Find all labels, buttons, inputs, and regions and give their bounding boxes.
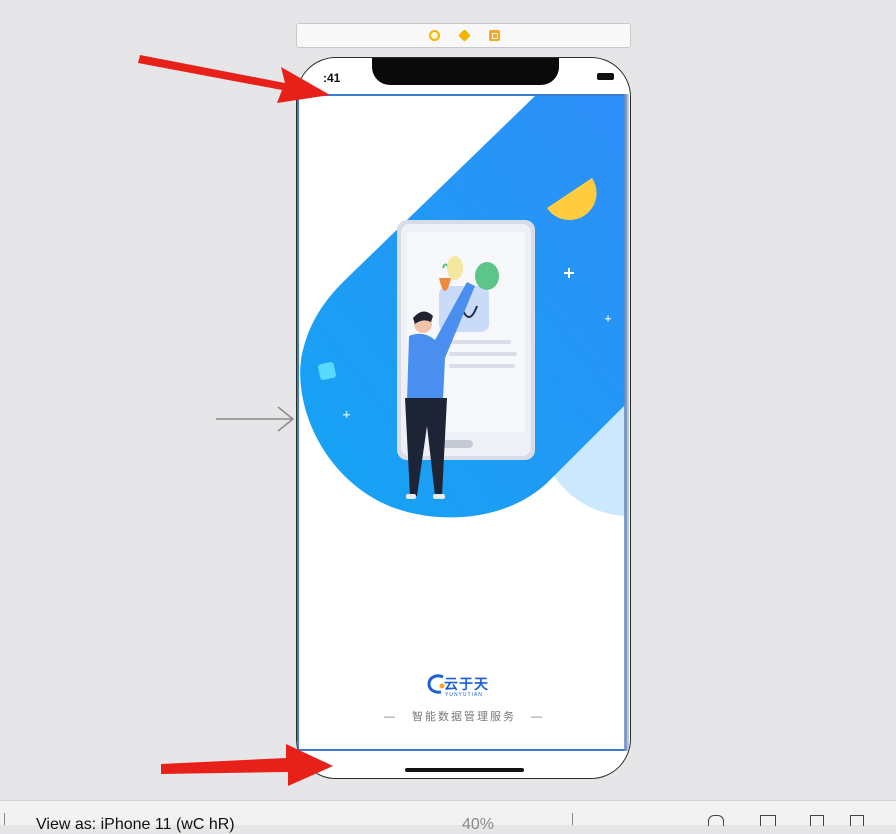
tagline: — 智能数据管理服务 — xyxy=(299,708,625,724)
annotation-arrow-top xyxy=(138,55,330,103)
launch-view[interactable]: 云于天 YUNYUTIAN — 智能数据管理服务 — xyxy=(297,94,627,751)
splash-illustration xyxy=(300,96,625,518)
logo-name: 云于天 xyxy=(444,676,489,692)
align-icon[interactable] xyxy=(760,815,776,826)
exit-icon[interactable] xyxy=(489,30,500,41)
annotation-arrow-bottom xyxy=(161,744,333,786)
first-responder-icon[interactable] xyxy=(458,29,471,42)
device-frame: :41 云于天 YUNYUTIAN — 智能数据管理服务 — xyxy=(296,57,631,779)
brand-logo: 云于天 YUNYUTIAN xyxy=(427,674,507,702)
entry-point-arrow[interactable] xyxy=(216,405,296,433)
view-as-label[interactable]: View as: iPhone 11 (wC hR) xyxy=(36,816,235,834)
resolve-issues-icon[interactable] xyxy=(850,815,864,826)
view-edge xyxy=(624,94,629,751)
home-indicator xyxy=(405,768,524,772)
scene-dock xyxy=(296,23,631,48)
editor-bottom-bar: View as: iPhone 11 (wC hR) 40% xyxy=(0,800,896,833)
update-frames-icon[interactable] xyxy=(708,815,724,826)
tagline-dash-right: — xyxy=(531,711,545,723)
bottom-bar-divider xyxy=(4,813,5,825)
view-controller-icon[interactable] xyxy=(429,30,440,41)
notch xyxy=(372,58,559,85)
add-constraints-icon[interactable] xyxy=(810,815,824,826)
cyan-square xyxy=(318,362,336,380)
zoom-level[interactable]: 40% xyxy=(462,816,494,834)
tagline-dash-left: — xyxy=(383,711,397,723)
tagline-text: 智能数据管理服务 xyxy=(412,711,516,723)
battery-icon xyxy=(597,73,614,80)
bottom-bar-divider xyxy=(572,813,573,825)
logo-sub: YUNYUTIAN xyxy=(445,692,483,698)
